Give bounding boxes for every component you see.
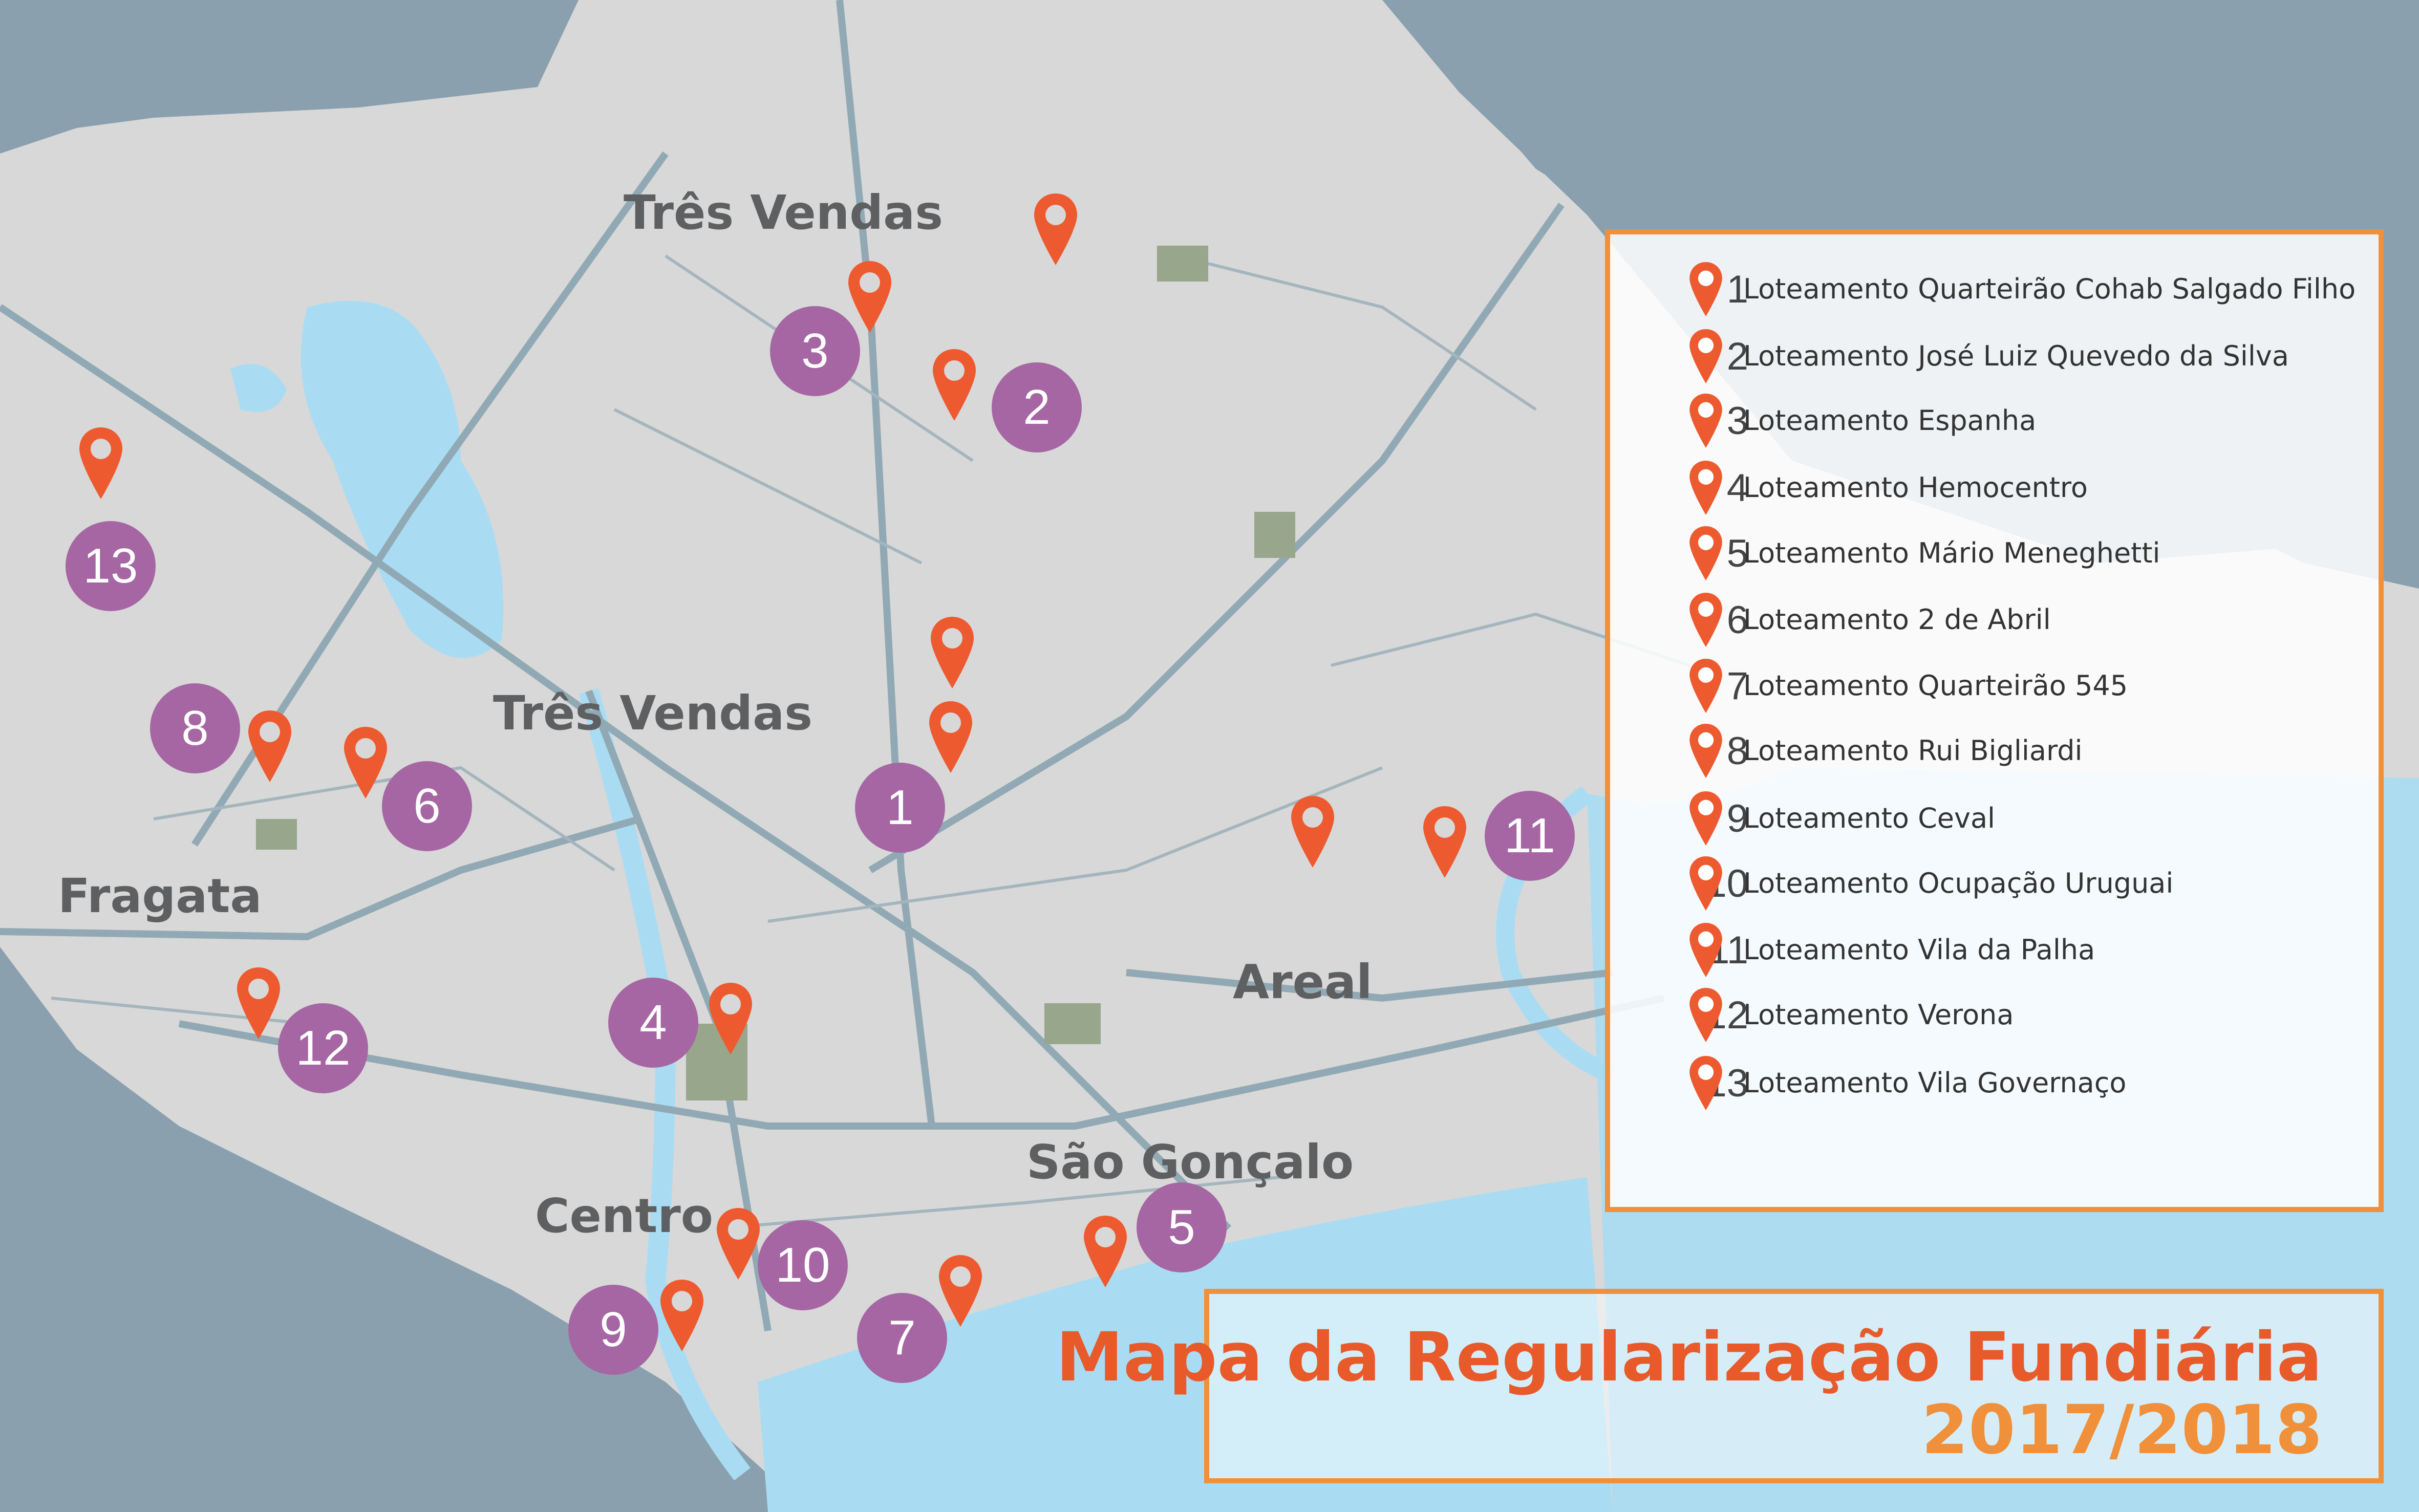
pin-icon [1689,1056,1722,1110]
pin-icon [1689,593,1722,647]
map-pin-2[interactable] [933,349,976,421]
marker-circle-8[interactable]: 8 [150,683,240,773]
map-pin-3[interactable] [848,261,891,333]
legend-row[interactable]: 12 Loteamento Verona [1610,988,2378,1049]
marker-circle-9[interactable]: 9 [568,1285,658,1375]
legend-number: 6 [1726,598,1748,642]
pin-icon [1689,856,1722,911]
legend-number: 12 [1705,993,1748,1037]
marker-circle-10[interactable]: 10 [758,1220,848,1310]
legend-number: 5 [1726,532,1748,575]
legend-row[interactable]: 10 Loteamento Ocupação Uruguai [1610,856,2378,918]
marker-circle-11[interactable]: 11 [1485,791,1575,881]
legend-row[interactable]: 5 Loteamento Mário Meneghetti [1610,526,2378,588]
marker-circle-5[interactable]: 5 [1137,1182,1227,1272]
map-pin-12[interactable] [237,967,280,1039]
legend-label: Loteamento Verona [1743,999,2014,1031]
pin-icon [1689,329,1722,383]
legend-number: 8 [1726,729,1748,773]
marker-circle-6[interactable]: 6 [382,761,472,851]
map-pin-10[interactable] [717,1208,760,1280]
legend-number: 2 [1726,335,1748,378]
legend-label: Loteamento 2 de Abril [1743,603,2051,636]
pin-icon [1689,526,1722,580]
map-pin-8[interactable] [248,710,291,782]
legend-label: Loteamento Vila Governaço [1743,1067,2127,1099]
district-label-areal: Areal [1233,955,1373,1009]
map-title: Mapa da Regularização Fundiária [1056,1318,2322,1397]
legend-panel: 1 Loteamento Quarteirão Cohab Salgado Fi… [1605,229,2384,1212]
pin-icon [1689,791,1722,846]
legend-label: Loteamento Quarteirão 545 [1743,669,2128,702]
map-pin-9[interactable] [660,1280,703,1351]
marker-circle-7[interactable]: 7 [857,1293,947,1383]
pin-icon [1689,988,1722,1042]
legend-row[interactable]: 9 Loteamento Ceval [1610,791,2378,853]
pin-icon [1689,659,1722,713]
marker-circle-4[interactable]: 4 [608,978,698,1068]
legend-number: 11 [1708,928,1748,972]
legend-label: Loteamento Hemocentro [1743,471,2088,504]
legend-row[interactable]: 2 Loteamento José Luiz Quevedo da Silva [1610,329,2378,391]
legend-row[interactable]: 11 Loteamento Vila da Palha [1610,923,2378,984]
map-pin-6[interactable] [344,727,387,798]
legend-number: 3 [1726,399,1748,443]
legend-row[interactable]: 4 Loteamento Hemocentro [1610,461,2378,522]
legend-row[interactable]: 7 Loteamento Quarteirão 545 [1610,659,2378,720]
marker-circle-12[interactable]: 12 [278,1003,368,1093]
legend-row[interactable]: 13 Loteamento Vila Governaço [1610,1056,2378,1117]
marker-circle-13[interactable]: 13 [66,521,156,611]
map-pin-3b[interactable] [1034,193,1077,265]
legend-number: 1 [1726,268,1748,311]
legend-label: Loteamento Vila da Palha [1743,934,2095,966]
map-pin-11[interactable] [1423,806,1466,878]
legend-number: 10 [1705,862,1748,905]
pin-icon [1689,461,1722,515]
legend-number: 4 [1726,466,1748,510]
legend-label: Loteamento Quarteirão Cohab Salgado Filh… [1743,273,2356,305]
legend-number: 7 [1726,664,1748,708]
map-pin-13[interactable] [79,427,122,499]
legend-label: Loteamento Ocupação Uruguai [1743,867,2174,899]
legend-number: 13 [1705,1062,1748,1105]
marker-circle-2[interactable]: 2 [992,362,1082,452]
district-label-tres-vendas-north: Três Vendas [624,185,943,240]
legend-label: Loteamento Espanha [1743,404,2037,437]
marker-circle-3[interactable]: 3 [770,306,860,396]
map-pin-1[interactable] [929,701,972,773]
map-year: 2017/2018 [1921,1391,2322,1470]
district-label-fragata: Fragata [58,869,262,923]
district-label-tres-vendas-west: Três Vendas [493,686,812,741]
pin-icon [1689,724,1722,778]
legend-row[interactable]: 3 Loteamento Espanha [1610,394,2378,455]
map-pin-4[interactable] [709,983,752,1054]
title-box: Mapa da Regularização Fundiária 2017/201… [1056,1289,2384,1483]
legend-row[interactable]: 1 Loteamento Quarteirão Cohab Salgado Fi… [1610,262,2378,323]
pin-icon [1689,262,1722,316]
marker-circle-1[interactable]: 1 [855,763,945,853]
legend-label: Loteamento José Luiz Quevedo da Silva [1743,340,2289,372]
pin-icon [1689,923,1722,977]
map-pin-11b[interactable] [1291,796,1334,868]
pin-icon [1689,394,1722,448]
legend-label: Loteamento Rui Bigliardi [1743,735,2083,767]
legend-row[interactable]: 8 Loteamento Rui Bigliardi [1610,724,2378,785]
map-pin-1b[interactable] [931,617,974,688]
map-pin-5[interactable] [1084,1216,1127,1287]
map-pin-7[interactable] [939,1255,982,1327]
legend-row[interactable]: 6 Loteamento 2 de Abril [1610,593,2378,654]
legend-label: Loteamento Ceval [1743,802,1996,834]
legend-label: Loteamento Mário Meneghetti [1743,537,2160,569]
legend-number: 9 [1726,797,1748,840]
district-label-centro: Centro [535,1189,713,1243]
district-label-sao-goncalo: São Gonçalo [1026,1135,1354,1190]
